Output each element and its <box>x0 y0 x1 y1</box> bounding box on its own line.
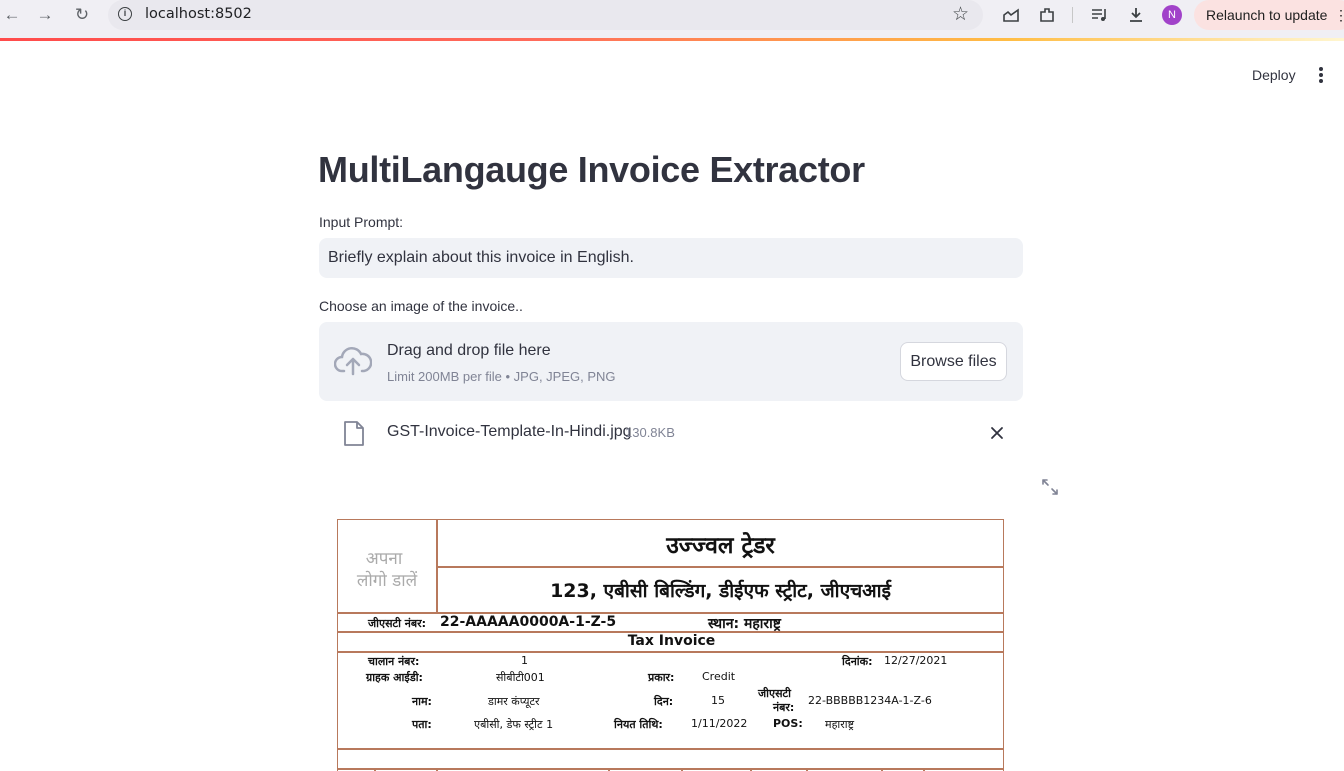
prompt-input[interactable]: Briefly explain about this invoice in En… <box>319 238 1023 278</box>
invoice-doc-type: Tax Invoice <box>627 633 716 649</box>
invoice-due-value: 1/11/2022 <box>691 717 748 730</box>
invoice-address-value: एबीसी, डेफ स्ट्रीट 1 <box>474 718 554 731</box>
url-text[interactable]: localhost:8502 <box>145 6 252 22</box>
toolbar-divider <box>1072 7 1073 23</box>
invoice-days-label: दिन: <box>654 695 674 708</box>
invoice-gst-label: जीएसटी नंबर: <box>368 617 427 630</box>
invoice-customer-id-label: ग्राहक आईडी: <box>366 671 423 684</box>
invoice-name-label: नाम: <box>412 695 432 708</box>
cloud-upload-icon <box>334 347 372 376</box>
invoice-grid-line <box>338 651 1003 653</box>
invoice-cust-gst-value: 22-BBBBB1234A-1-Z-6 <box>808 694 932 707</box>
invoice-days-value: 15 <box>711 694 725 707</box>
status-decoration-bar <box>0 38 1344 41</box>
forward-arrow-icon[interactable]: → <box>33 5 57 25</box>
invoice-gst-value: 22-AAAAA0000A-1-Z-5 <box>440 614 617 630</box>
browser-toolbar: ← → ↻ i localhost:8502 ☆ N Relaunch to u… <box>0 0 1344 39</box>
invoice-type-value: Credit <box>702 670 736 683</box>
file-dropzone[interactable]: Drag and drop file here Limit 200MB per … <box>319 322 1023 401</box>
invoice-company-name: उज्ज्वल ट्रेडर <box>666 533 775 559</box>
logo-placeholder-line2: लोगो डालें <box>356 571 418 591</box>
relaunch-button[interactable]: Relaunch to update ⋮ <box>1194 0 1344 30</box>
uploaded-file-size: 130.8KB <box>625 425 675 440</box>
more-vert-icon[interactable]: ⋮ <box>1334 0 1344 30</box>
browse-files-button[interactable]: Browse files <box>900 342 1007 381</box>
close-icon[interactable] <box>988 424 1006 442</box>
reload-icon[interactable]: ↻ <box>70 5 94 25</box>
bookmark-star-icon[interactable]: ☆ <box>952 3 969 26</box>
back-arrow-icon[interactable]: ← <box>0 5 24 25</box>
profile-avatar[interactable]: N <box>1162 5 1182 25</box>
invoice-name-value: डामर कंप्यूटर <box>488 695 540 708</box>
dropzone-title: Drag and drop file here <box>387 342 551 359</box>
invoice-image: अपना लोगो डालें उज्ज्वल ट्रेडर 123, एबीस… <box>337 519 1004 771</box>
dropzone-limit: Limit 200MB per file • JPG, JPEG, PNG <box>387 369 616 384</box>
invoice-challan-label: चालान नंबर: <box>368 655 420 668</box>
page-title: MultiLangauge Invoice Extractor <box>318 149 865 190</box>
invoice-company-address: 123, एबीसी बिल्डिंग, डीईएफ स्ट्रीट, जीएच… <box>550 580 891 602</box>
address-bar[interactable]: i localhost:8502 ☆ <box>108 0 983 30</box>
download-icon[interactable] <box>1127 6 1145 24</box>
invoice-pos-value: महाराष्ट्र <box>825 718 855 731</box>
invoice-challan-value: 1 <box>521 654 528 667</box>
invoice-grid-line <box>436 566 1003 568</box>
relaunch-label: Relaunch to update <box>1206 7 1328 23</box>
invoice-customer-id-value: सीबीटी001 <box>496 671 545 684</box>
invoice-date-label: दिनांक: <box>842 655 873 668</box>
performance-icon[interactable] <box>1002 7 1020 23</box>
main-menu-icon[interactable] <box>1312 65 1330 85</box>
file-icon <box>344 421 364 446</box>
fullscreen-expand-icon[interactable] <box>1041 478 1059 496</box>
prompt-label: Input Prompt: <box>319 214 404 230</box>
invoice-cust-gst-label-2: नंबर: <box>773 701 795 714</box>
invoice-pos-label: POS: <box>773 717 803 730</box>
invoice-cust-gst-label-1: जीएसटी <box>758 687 791 700</box>
invoice-date-value: 12/27/2021 <box>884 654 948 667</box>
invoice-due-label: नियत तिथि: <box>614 718 663 731</box>
invoice-type-label: प्रकार: <box>648 671 675 684</box>
site-info-icon[interactable]: i <box>118 7 132 21</box>
invoice-address-label: पता: <box>412 718 432 731</box>
logo-placeholder-line1: अपना <box>365 549 403 569</box>
invoice-grid-line <box>338 768 1003 770</box>
deploy-button[interactable]: Deploy <box>1244 65 1304 85</box>
invoice-grid-line <box>338 748 1003 750</box>
media-controls-icon[interactable] <box>1090 7 1110 23</box>
uploaded-file-name: GST-Invoice-Template-In-Hindi.jpg <box>387 423 632 440</box>
invoice-grid-line <box>338 612 1003 614</box>
extensions-icon[interactable] <box>1038 6 1056 24</box>
invoice-place: स्थान: महाराष्ट्र <box>708 616 781 632</box>
uploader-label: Choose an image of the invoice.. <box>319 298 523 314</box>
